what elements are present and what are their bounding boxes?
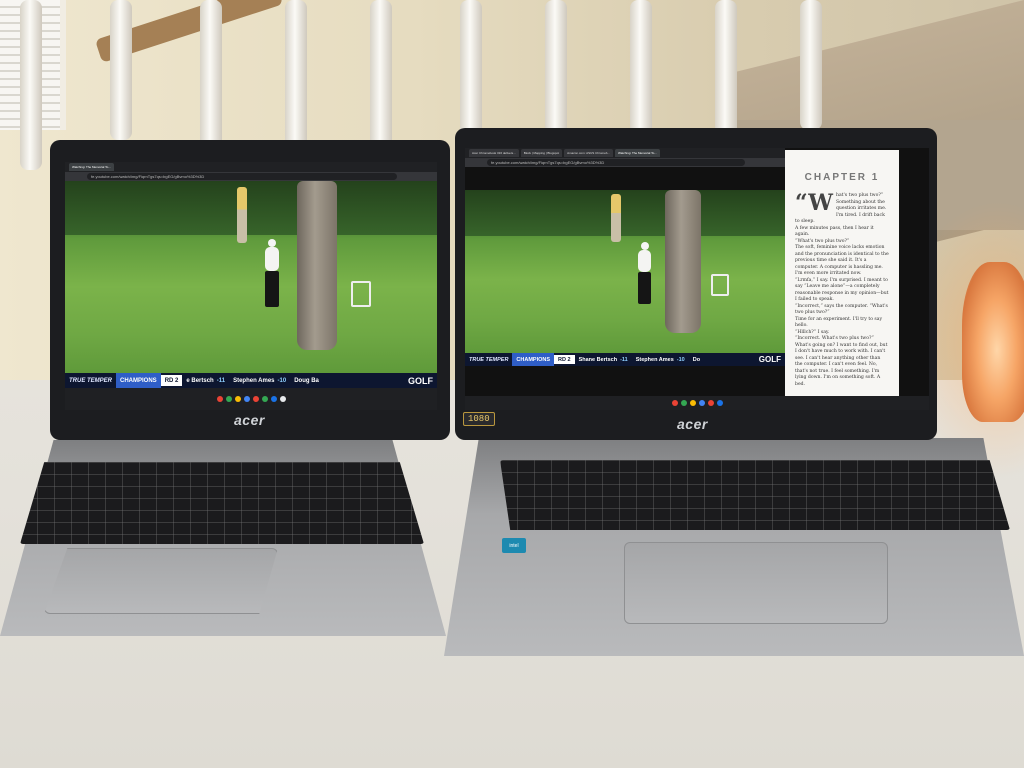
right-tab-3[interactable]: Watching: The Memorial To... xyxy=(614,149,660,157)
paragraph: The soft, feminine voice lacks emotion a… xyxy=(795,245,889,276)
paragraph: Time for an experiment. I'll try to say … xyxy=(795,316,883,329)
app-icon[interactable] xyxy=(234,396,241,402)
trees xyxy=(65,181,437,235)
golfer-legs xyxy=(638,272,651,304)
golf-network-logo: GOLF xyxy=(758,355,781,364)
golfer-head xyxy=(268,239,276,247)
right-tab-0[interactable]: Acer Chromebook 316 delivers... xyxy=(469,149,519,157)
ticker-round: RD 2 xyxy=(160,375,183,386)
right-video-player[interactable] xyxy=(465,190,785,353)
left-laptop-lid: Watching: The Memorial To... fe.youtube.… xyxy=(50,140,450,440)
hd-badge: 1080 xyxy=(463,412,495,426)
right-tab-1[interactable]: Block | Mapping | Blogspot xyxy=(520,149,563,157)
ticker-entry: Shane Bertsch -11 xyxy=(578,356,628,363)
left-address-bar-container: fe.youtube.com/watch/img/FiqrnTgs7qs=bgE… xyxy=(65,172,437,181)
intel-sticker: intel xyxy=(502,538,526,553)
left-keyboard xyxy=(20,462,424,544)
left-tab-bar: Watching: The Memorial To... xyxy=(65,162,437,172)
official xyxy=(611,194,621,242)
chapter-heading: CHAPTER 1 xyxy=(804,172,880,183)
right-screen: Acer Chromebook 316 delivers... Block | … xyxy=(465,148,929,410)
tree-trunk xyxy=(297,181,337,350)
app-icon[interactable] xyxy=(225,396,232,402)
ticker-entry: Stephen Ames -10 xyxy=(635,356,685,363)
ticker-entry: Doug Ba xyxy=(294,377,319,384)
left-touchpad xyxy=(44,548,278,614)
right-acer-logo: acer xyxy=(677,416,708,432)
baluster xyxy=(715,0,737,140)
left-address-bar[interactable]: fe.youtube.com/watch/img/FiqrnTgs7qs=bgE… xyxy=(87,173,397,180)
right-laptop-lid: Acer Chromebook 316 delivers... Block | … xyxy=(455,128,937,440)
right-keyboard xyxy=(500,460,1010,530)
ticker-brand: TRUE TEMPER xyxy=(69,377,113,384)
chrome-icon[interactable] xyxy=(671,400,678,406)
right-score-ticker: TRUE TEMPER CHAMPIONS RD 2 Shane Bertsch… xyxy=(465,353,785,366)
right-shelf xyxy=(465,396,929,410)
baluster xyxy=(200,0,222,150)
right-address-bar[interactable]: fe.youtube.com/watch/img/FiqrnTgs7qs=bgE… xyxy=(487,159,745,166)
golfer-head xyxy=(641,242,649,250)
app-icon[interactable] xyxy=(689,400,696,406)
app-icon[interactable] xyxy=(243,396,250,402)
youtube-icon[interactable] xyxy=(707,400,714,406)
trees xyxy=(465,190,785,236)
ebook-reader[interactable]: CHAPTER 1 “W hat's two plus two?” Someth… xyxy=(785,150,899,398)
right-tab-bar: Acer Chromebook 316 delivers... Block | … xyxy=(465,148,785,158)
left-tab-0[interactable]: Watching: The Memorial To... xyxy=(69,163,114,171)
app-icon[interactable] xyxy=(716,400,723,406)
app-icon[interactable] xyxy=(698,400,705,406)
ticker-entry: e Bertsch -11 xyxy=(186,377,226,384)
app-icon[interactable] xyxy=(270,396,277,402)
folding-chair xyxy=(351,281,371,307)
ebook-text: “W hat's two plus two?” Something about … xyxy=(785,190,899,388)
golf-network-logo: GOLF xyxy=(408,375,433,386)
salt-lamp xyxy=(962,262,1024,422)
left-shelf xyxy=(65,388,437,410)
ticker-round: RD 2 xyxy=(554,354,575,365)
right-tab-2[interactable]: Amazon.com: ASUS Chromeb... xyxy=(564,149,613,157)
drop-cap: “W xyxy=(795,190,833,216)
left-screen: Watching: The Memorial To... fe.youtube.… xyxy=(65,162,437,410)
baluster xyxy=(800,0,822,130)
ticker-brand: TRUE TEMPER xyxy=(469,356,509,363)
official xyxy=(237,187,247,243)
paragraph: A few minutes pass, then I hear it again… xyxy=(795,225,874,238)
ticker-entry: Stephen Ames -10 xyxy=(233,377,287,384)
ticker-champions: CHAMPIONS xyxy=(116,373,161,388)
right-touchpad xyxy=(624,542,888,624)
app-icon[interactable] xyxy=(261,396,268,402)
paragraph: “Incorrect,” says the computer. “What's … xyxy=(795,303,888,316)
right-browser-window: Acer Chromebook 316 delivers... Block | … xyxy=(465,148,785,410)
left-acer-logo: acer xyxy=(234,412,265,428)
app-icon[interactable] xyxy=(680,400,687,406)
ticker-champions: CHAMPIONS xyxy=(512,353,555,366)
left-video-player[interactable] xyxy=(65,181,437,373)
paragraph: “Lrmfa,” I say. I'm surprised. I meant t… xyxy=(795,277,889,303)
golfer xyxy=(638,250,651,272)
chrome-icon[interactable] xyxy=(216,396,223,402)
right-address-bar-container: fe.youtube.com/watch/img/FiqrnTgs7qs=bgE… xyxy=(465,158,785,167)
folding-chair xyxy=(711,274,729,296)
tree-trunk xyxy=(665,190,701,334)
app-icon[interactable] xyxy=(279,396,286,402)
baluster xyxy=(20,0,42,170)
golfer xyxy=(265,247,279,271)
golfer-legs xyxy=(265,271,279,307)
ticker-entry: Do xyxy=(692,356,701,363)
left-score-ticker: TRUE TEMPER CHAMPIONS RD 2 e Bertsch -11 … xyxy=(65,373,437,388)
paragraph: What's going on? I want to find out, but… xyxy=(795,342,888,387)
baluster xyxy=(110,0,132,140)
youtube-icon[interactable] xyxy=(252,396,259,402)
